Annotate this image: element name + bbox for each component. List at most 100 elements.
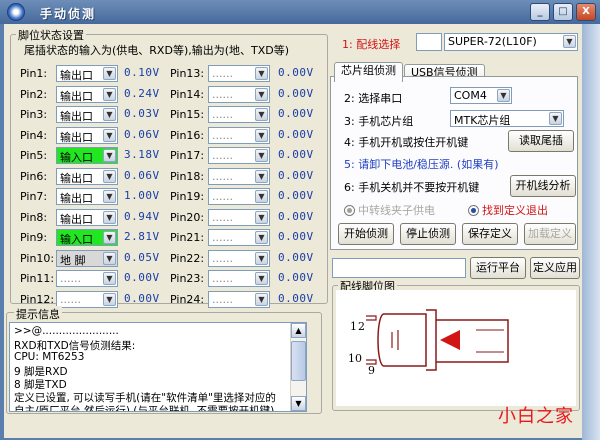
pin-label: Pin8: xyxy=(20,211,48,224)
chevron-down-icon[interactable]: ▼ xyxy=(255,293,268,306)
background-window-edge xyxy=(582,24,600,440)
boot-analysis-button[interactable]: 开机线分析 xyxy=(510,175,576,197)
pin-mode-select[interactable]: ...... ▼ xyxy=(208,147,270,164)
read-tail-button[interactable]: 读取尾插 xyxy=(508,130,574,152)
pin-mode-select[interactable]: ...... ▼ xyxy=(208,250,270,267)
scroll-down-icon[interactable]: ▼ xyxy=(291,396,306,411)
pin-mode-select[interactable]: 输出口 ▼ xyxy=(56,127,118,144)
pin-label: Pin23: xyxy=(170,272,205,285)
pin-voltage: 0.10V xyxy=(124,66,160,79)
pin-mode-select[interactable]: ...... ▼ xyxy=(56,291,118,308)
chevron-down-icon[interactable]: ▼ xyxy=(103,149,116,162)
pin-mode-value: ...... xyxy=(60,272,81,285)
pin-mode-select[interactable]: ...... ▼ xyxy=(56,270,118,287)
platform-field[interactable] xyxy=(332,258,466,278)
chevron-down-icon[interactable]: ▼ xyxy=(255,231,268,244)
chevron-down-icon[interactable]: ▼ xyxy=(103,252,116,265)
chevron-down-icon[interactable]: ▼ xyxy=(103,170,116,183)
pin-mode-select[interactable]: ...... ▼ xyxy=(208,209,270,226)
chevron-down-icon[interactable]: ▼ xyxy=(255,88,268,101)
pin-mode-select[interactable]: 输出口 ▼ xyxy=(56,65,118,82)
pin-mode-select[interactable]: ...... ▼ xyxy=(208,65,270,82)
pin-mode-select[interactable]: 输出口 ▼ xyxy=(56,209,118,226)
scroll-thumb[interactable] xyxy=(291,341,306,381)
pin-mode-select[interactable]: ...... ▼ xyxy=(208,229,270,246)
clip-power-option[interactable]: 中转线夹子供电 xyxy=(344,202,435,218)
chevron-down-icon[interactable]: ▼ xyxy=(255,67,268,80)
chevron-down-icon[interactable]: ▼ xyxy=(255,272,268,285)
pin-settings-title: 脚位状态设置 xyxy=(16,27,86,43)
chevron-down-icon[interactable]: ▼ xyxy=(103,211,116,224)
start-detect-button[interactable]: 开始侦测 xyxy=(338,223,394,245)
chevron-down-icon[interactable]: ▼ xyxy=(255,211,268,224)
log-output[interactable]: >>@....................... RXD和TXD信号侦测结果:… xyxy=(9,322,307,412)
cable-code-field[interactable] xyxy=(416,33,442,51)
minimize-button[interactable]: _ xyxy=(530,3,550,21)
pin-label: Pin22: xyxy=(170,252,205,265)
tab-chipset-detect[interactable]: 芯片组侦测 xyxy=(334,62,403,82)
chevron-down-icon[interactable]: ▼ xyxy=(255,252,268,265)
pin-voltage: 0.06V xyxy=(124,128,160,141)
pin-label: Pin4: xyxy=(20,129,48,142)
save-definition-button[interactable]: 保存定义 xyxy=(462,223,518,245)
chevron-down-icon[interactable]: ▼ xyxy=(549,112,562,125)
chevron-down-icon[interactable]: ▼ xyxy=(255,149,268,162)
chevron-down-icon[interactable]: ▼ xyxy=(103,272,116,285)
define-apply-button[interactable]: 定义应用 xyxy=(530,257,580,279)
exit-on-found-label: 找到定义退出 xyxy=(482,204,548,217)
pin-mode-select[interactable]: 输出口 ▼ xyxy=(56,168,118,185)
close-button[interactable]: X xyxy=(576,3,596,21)
pin-voltage: 0.00V xyxy=(278,128,314,141)
chevron-down-icon[interactable]: ▼ xyxy=(563,35,576,48)
pin-mode-select[interactable]: 输出口 ▼ xyxy=(56,86,118,103)
exit-on-found-option[interactable]: 找到定义退出 xyxy=(468,202,548,218)
maximize-button[interactable]: □ xyxy=(553,3,573,21)
pin-mode-select[interactable]: ...... ▼ xyxy=(208,127,270,144)
pin-mode-value: ...... xyxy=(212,88,233,101)
pin-mode-select[interactable]: ...... ▼ xyxy=(208,270,270,287)
chevron-down-icon[interactable]: ▼ xyxy=(103,88,116,101)
scroll-up-icon[interactable]: ▲ xyxy=(291,323,306,338)
chevron-down-icon[interactable]: ▼ xyxy=(255,190,268,203)
pin-voltage: 0.24V xyxy=(124,87,160,100)
chevron-down-icon[interactable]: ▼ xyxy=(255,170,268,183)
pin9-marker: 9 xyxy=(368,364,375,377)
pin-mode-select[interactable]: 输入口 ▼ xyxy=(56,229,118,246)
chevron-down-icon[interactable]: ▼ xyxy=(103,129,116,142)
pin-label: Pin7: xyxy=(20,190,48,203)
pin-mode-select[interactable]: 输入口 ▼ xyxy=(56,147,118,164)
pin-mode-select[interactable]: ...... ▼ xyxy=(208,168,270,185)
com-port-select[interactable]: COM4 ▼ xyxy=(450,87,512,104)
load-definition-button[interactable]: 加载定义 xyxy=(524,223,576,245)
pin-mode-select[interactable]: ...... ▼ xyxy=(208,86,270,103)
chevron-down-icon[interactable]: ▼ xyxy=(255,108,268,121)
pin-mode-value: 输出口 xyxy=(60,172,93,185)
com-port-value: COM4 xyxy=(454,89,487,102)
chevron-down-icon[interactable]: ▼ xyxy=(103,108,116,121)
cable-select[interactable]: SUPER-72(L10F) ▼ xyxy=(444,33,578,51)
log-scrollbar[interactable]: ▲ ▼ xyxy=(290,323,306,411)
step5-label: 5: 请卸下电池/稳压源. (如果有) xyxy=(344,158,499,171)
pin10-marker: 10 xyxy=(348,352,362,365)
chevron-down-icon[interactable]: ▼ xyxy=(255,129,268,142)
run-platform-button[interactable]: 运行平台 xyxy=(470,257,526,279)
chevron-down-icon[interactable]: ▼ xyxy=(103,293,116,306)
pin-mode-select[interactable]: 地 脚 ▼ xyxy=(56,250,118,267)
pin-voltage: 0.00V xyxy=(278,148,314,161)
chevron-down-icon[interactable]: ▼ xyxy=(497,89,510,102)
pin-mode-select[interactable]: ...... ▼ xyxy=(208,291,270,308)
stop-detect-button[interactable]: 停止侦测 xyxy=(400,223,456,245)
pin-mode-select[interactable]: ...... ▼ xyxy=(208,106,270,123)
pin-voltage: 0.00V xyxy=(278,251,314,264)
chipset-select[interactable]: MTK芯片组 ▼ xyxy=(450,110,564,127)
pin-mode-value: ...... xyxy=(212,129,233,142)
window-title: 手动侦测 xyxy=(40,7,97,21)
pin-mode-select[interactable]: 输出口 ▼ xyxy=(56,106,118,123)
chevron-down-icon[interactable]: ▼ xyxy=(103,67,116,80)
chevron-down-icon[interactable]: ▼ xyxy=(103,190,116,203)
pin-voltage: 2.81V xyxy=(124,230,160,243)
pin-mode-select[interactable]: 输出口 ▼ xyxy=(56,188,118,205)
chevron-down-icon[interactable]: ▼ xyxy=(103,231,116,244)
pin-label: Pin2: xyxy=(20,88,48,101)
pin-mode-select[interactable]: ...... ▼ xyxy=(208,188,270,205)
